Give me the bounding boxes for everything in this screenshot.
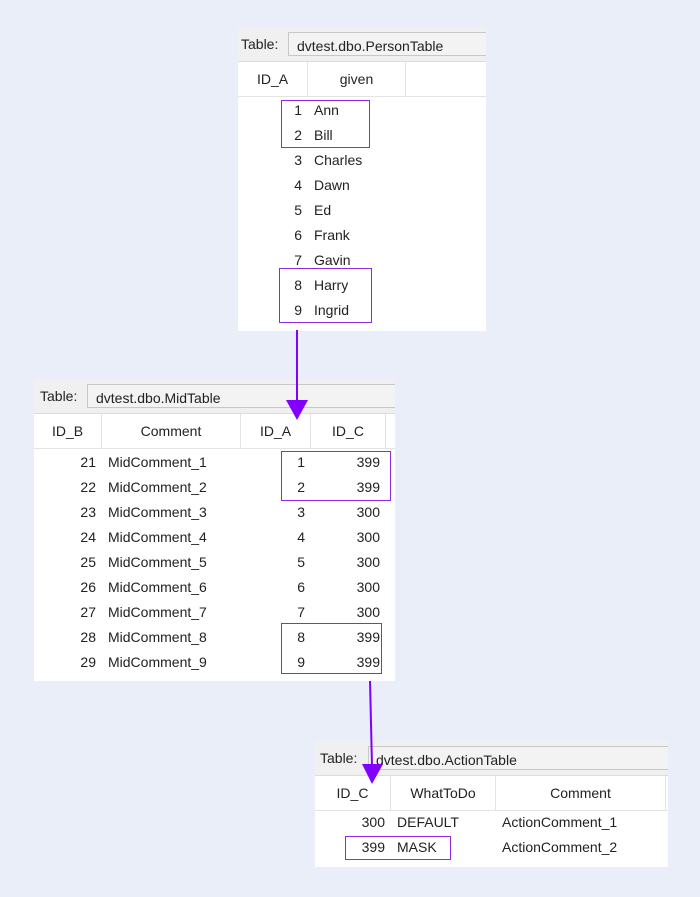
arrow-person-to-mid: [286, 330, 308, 420]
relationship-arrows: [286, 330, 383, 784]
arrow-mid-to-action: [362, 680, 383, 784]
